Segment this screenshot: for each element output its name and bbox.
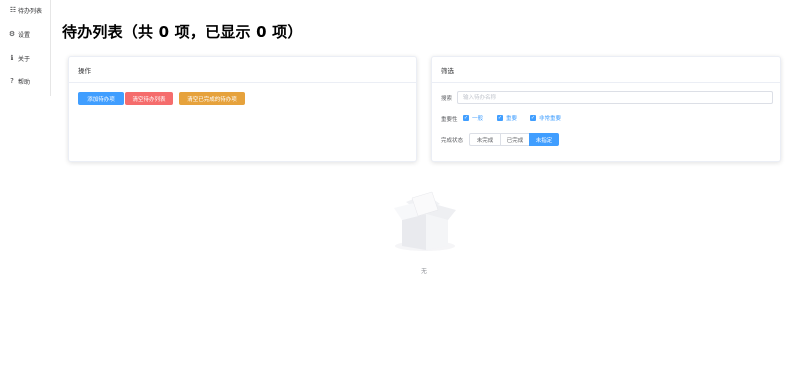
empty-text: 无 [420, 268, 427, 275]
status-label: 完成状态 [441, 138, 464, 144]
importance-checkbox-important[interactable]: ✓ 重要 [497, 114, 517, 122]
checkbox-label: 重要 [506, 116, 518, 122]
sidebar: ☷ 待办列表 ⚙ 设置 ℹ 关于 ? 帮助 [0, 0, 51, 96]
status-option-incomplete[interactable]: 未完成 [469, 133, 501, 146]
add-todo-button[interactable]: 添加待办项 [78, 92, 124, 105]
page-title: 待办列表（共 0 项，已显示 0 项） [62, 23, 303, 41]
filter-card-title: 筛选 [432, 57, 780, 83]
clear-todo-list-button[interactable]: 清空待办列表 [125, 92, 173, 105]
sidebar-item-label: 待办列表 [18, 7, 43, 15]
list-icon: ☷ [9, 6, 17, 14]
gear-icon: ⚙ [8, 30, 16, 38]
clear-completed-button[interactable]: 清空已完成的待办项 [179, 92, 245, 105]
sidebar-item-about[interactable]: ℹ 关于 [0, 50, 50, 66]
importance-label: 重要性 [441, 117, 458, 123]
filter-card: 筛选 搜索 重要性 ✓ 一般 ✓ 重要 ✓ 非常重要 完成状态 未完成 已完成 … [431, 56, 781, 162]
operations-card-title: 操作 [69, 57, 416, 83]
importance-checkbox-very-important[interactable]: ✓ 非常重要 [530, 114, 561, 122]
check-icon: ✓ [463, 114, 469, 121]
empty-box-icon [388, 188, 462, 254]
search-input[interactable] [457, 91, 773, 104]
status-option-unspecified[interactable]: 未指定 [529, 133, 559, 146]
check-icon: ✓ [530, 114, 536, 121]
sidebar-item-todo-list[interactable]: ☷ 待办列表 [0, 2, 50, 18]
checkbox-label: 非常重要 [539, 116, 562, 122]
sidebar-item-label: 关于 [18, 55, 31, 63]
status-radio-group: 未完成 已完成 未指定 [469, 133, 559, 146]
importance-checkbox-normal[interactable]: ✓ 一般 [463, 114, 483, 122]
operations-card: 操作 添加待办项 清空待办列表 清空已完成的待办项 [68, 56, 417, 162]
checkbox-label: 一般 [472, 116, 484, 122]
sidebar-item-label: 设置 [18, 31, 31, 39]
info-icon: ℹ [10, 54, 14, 62]
check-icon: ✓ [497, 114, 503, 121]
status-option-completed[interactable]: 已完成 [500, 133, 530, 146]
sidebar-item-label: 帮助 [18, 78, 31, 86]
question-icon: ? [10, 77, 14, 85]
sidebar-item-settings[interactable]: ⚙ 设置 [0, 26, 50, 42]
sidebar-item-help[interactable]: ? 帮助 [0, 73, 50, 89]
search-label: 搜索 [441, 96, 453, 102]
